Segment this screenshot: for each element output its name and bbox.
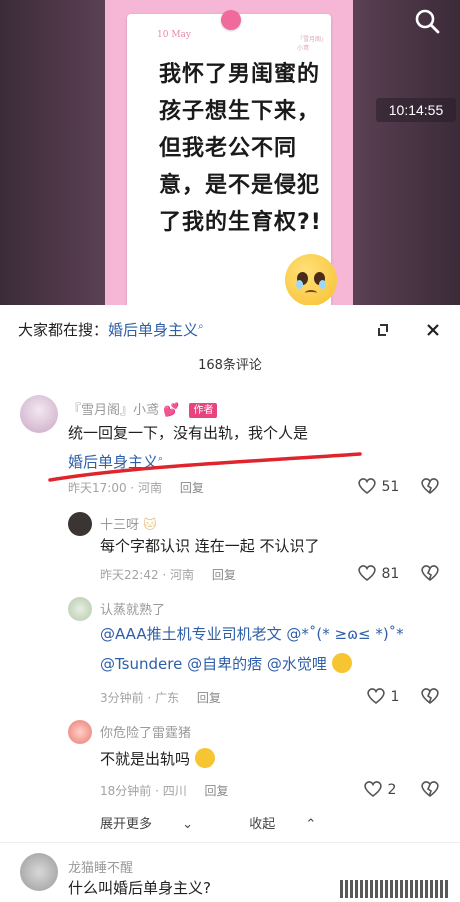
comment-author[interactable]: 认蒸就熟了 bbox=[100, 599, 165, 618]
trending-search-prefix: 大家都在搜： bbox=[18, 321, 109, 339]
video-area[interactable]: 10 May 「雪月阁」小鸢 我怀了男闺蜜的 孩子想生下来， 但我老公不同 意，… bbox=[0, 0, 460, 305]
headline-line-2: 孩子想生下来， bbox=[159, 99, 321, 124]
collapse-label: 收起 bbox=[249, 817, 276, 832]
comment-text: 不就是出轨吗 bbox=[100, 748, 215, 770]
reply-button[interactable]: 回复 bbox=[212, 568, 236, 582]
comment-time: 3分钟前 · 广东 bbox=[100, 691, 180, 705]
heart-icon bbox=[358, 478, 376, 495]
comment-count: 168条评论 bbox=[198, 358, 262, 373]
collapse-button[interactable]: 收起 ⌃ bbox=[249, 817, 342, 832]
comment-text: 什么叫婚后单身主义? bbox=[68, 879, 211, 897]
timestamp-badge: 10:14:55 bbox=[376, 98, 456, 122]
avatar[interactable] bbox=[68, 512, 92, 536]
headline-line-1: 我怀了男闺蜜的 bbox=[159, 62, 321, 87]
avatar[interactable] bbox=[68, 597, 92, 621]
poster-month: 10 May bbox=[157, 30, 191, 40]
like-count: 2 bbox=[387, 782, 397, 798]
comment-time: 昨天22:42 · 河南 bbox=[100, 568, 195, 582]
comment-author[interactable]: 十三呀 🐱 bbox=[100, 514, 157, 533]
thread-controls: 展开更多 ⌄ 收起 ⌃ bbox=[100, 813, 368, 832]
like-button[interactable]: 1 bbox=[366, 687, 399, 705]
pushpin-icon bbox=[221, 10, 241, 30]
expand-icon bbox=[378, 324, 388, 336]
comment-text: 每个字都认识 连在一起 不认识了 bbox=[100, 537, 320, 555]
pleading-face-icon bbox=[285, 254, 337, 305]
mention-line[interactable]: @Tsundere @自卑的痞 @水觉哩 bbox=[100, 655, 327, 673]
poster-watermark: 「雪月阁」小鸢 bbox=[297, 36, 328, 52]
like-count: 1 bbox=[390, 689, 400, 705]
poster-card: 10 May 「雪月阁」小鸢 我怀了男闺蜜的 孩子想生下来， 但我老公不同 意，… bbox=[127, 14, 337, 305]
like-button[interactable]: 81 bbox=[357, 564, 399, 582]
comment-text: @AAA推土机专业司机老文 @*˚(* ≥ɷ≤ *)˚* @Tsundere @… bbox=[100, 623, 404, 675]
avatar[interactable] bbox=[20, 395, 58, 433]
comment-text-line: 统一回复一下，没有出轨，我个人是 bbox=[68, 424, 309, 442]
reply-button[interactable]: 回复 bbox=[180, 481, 204, 495]
like-count: 81 bbox=[381, 566, 400, 582]
dislike-button[interactable] bbox=[420, 477, 440, 499]
chevron-up-icon: ⌃ bbox=[305, 817, 317, 832]
chevron-down-icon: ⌄ bbox=[182, 817, 194, 832]
dislike-button[interactable] bbox=[420, 780, 440, 802]
headline-line-5: 了我的生育权?! bbox=[159, 210, 322, 235]
close-icon bbox=[427, 324, 439, 336]
close-button[interactable] bbox=[420, 317, 446, 343]
broken-heart-icon bbox=[421, 781, 439, 798]
video-background-left bbox=[0, 0, 105, 305]
comment-author[interactable]: 你危险了雷霆猪 bbox=[100, 722, 191, 741]
like-count: 51 bbox=[381, 479, 400, 495]
heart-icon bbox=[364, 781, 382, 798]
search-button[interactable] bbox=[412, 6, 442, 36]
mention-line[interactable]: @AAA推土机专业司机老文 @*˚(* ≥ɷ≤ *)˚* bbox=[100, 623, 404, 645]
watermark-strip bbox=[340, 880, 450, 898]
headline-line-3: 但我老公不同 bbox=[159, 136, 298, 161]
broken-heart-icon bbox=[421, 478, 439, 495]
expand-button[interactable] bbox=[370, 317, 396, 343]
search-small-icon: ⌕ bbox=[198, 321, 204, 332]
poster: 10 May 「雪月阁」小鸢 我怀了男闺蜜的 孩子想生下来， 但我老公不同 意，… bbox=[105, 0, 353, 305]
comment-author[interactable]: 龙猫睡不醒 bbox=[68, 857, 133, 876]
broken-heart-icon bbox=[421, 688, 439, 705]
comment-meta: 18分钟前 · 四川 回复 bbox=[100, 782, 229, 799]
heart-icon bbox=[367, 688, 385, 705]
mention-row: @Tsundere @自卑的痞 @水觉哩 bbox=[100, 653, 404, 675]
comment-meta: 昨天17:00 · 河南 回复 bbox=[68, 479, 204, 496]
divider bbox=[0, 842, 460, 843]
avatar[interactable] bbox=[20, 853, 58, 891]
comment-author[interactable]: 『雪月阁』小鸢 💕 作者 bbox=[68, 399, 218, 418]
crying-face-icon bbox=[194, 748, 215, 768]
heart-icon bbox=[358, 565, 376, 582]
comment-text-line: 不就是出轨吗 bbox=[100, 750, 191, 768]
grinning-face-icon bbox=[331, 653, 352, 673]
comment-meta: 3分钟前 · 广东 回复 bbox=[100, 689, 221, 706]
avatar[interactable] bbox=[68, 720, 92, 744]
comment-time: 昨天17:00 · 河南 bbox=[68, 481, 163, 495]
comment-meta: 昨天22:42 · 河南 回复 bbox=[100, 566, 236, 583]
video-background-right bbox=[350, 0, 460, 305]
expand-more-label: 展开更多 bbox=[100, 817, 153, 832]
dislike-button[interactable] bbox=[420, 564, 440, 586]
trending-search[interactable]: 大家都在搜：婚后单身主义⌕ bbox=[18, 319, 204, 340]
expand-more-button[interactable]: 展开更多 ⌄ bbox=[100, 817, 219, 832]
comment-author-name: 『雪月阁』小鸢 bbox=[68, 403, 160, 418]
dislike-button[interactable] bbox=[420, 687, 440, 709]
like-button[interactable]: 2 bbox=[363, 780, 396, 798]
comment-author-name: 十三呀 bbox=[100, 518, 140, 533]
search-icon bbox=[415, 9, 440, 34]
comment-time: 18分钟前 · 四川 bbox=[100, 784, 187, 798]
trending-search-keyword[interactable]: 婚后单身主义 bbox=[108, 321, 198, 339]
comment-panel: 大家都在搜：婚后单身主义⌕ 168条评论 『雪月阁』小鸢 💕 作者 统一回复一下… bbox=[0, 305, 460, 902]
red-underline-annotation bbox=[48, 452, 362, 482]
like-button[interactable]: 51 bbox=[357, 477, 399, 495]
reply-button[interactable]: 回复 bbox=[205, 784, 229, 798]
author-badge: 作者 bbox=[189, 403, 218, 418]
poster-headline: 我怀了男闺蜜的 孩子想生下来， 但我老公不同 意，是不是侵犯 了我的生育权?! bbox=[159, 56, 349, 241]
headline-line-4: 意，是不是侵犯 bbox=[159, 173, 321, 198]
reply-button[interactable]: 回复 bbox=[197, 691, 221, 705]
broken-heart-icon bbox=[421, 565, 439, 582]
